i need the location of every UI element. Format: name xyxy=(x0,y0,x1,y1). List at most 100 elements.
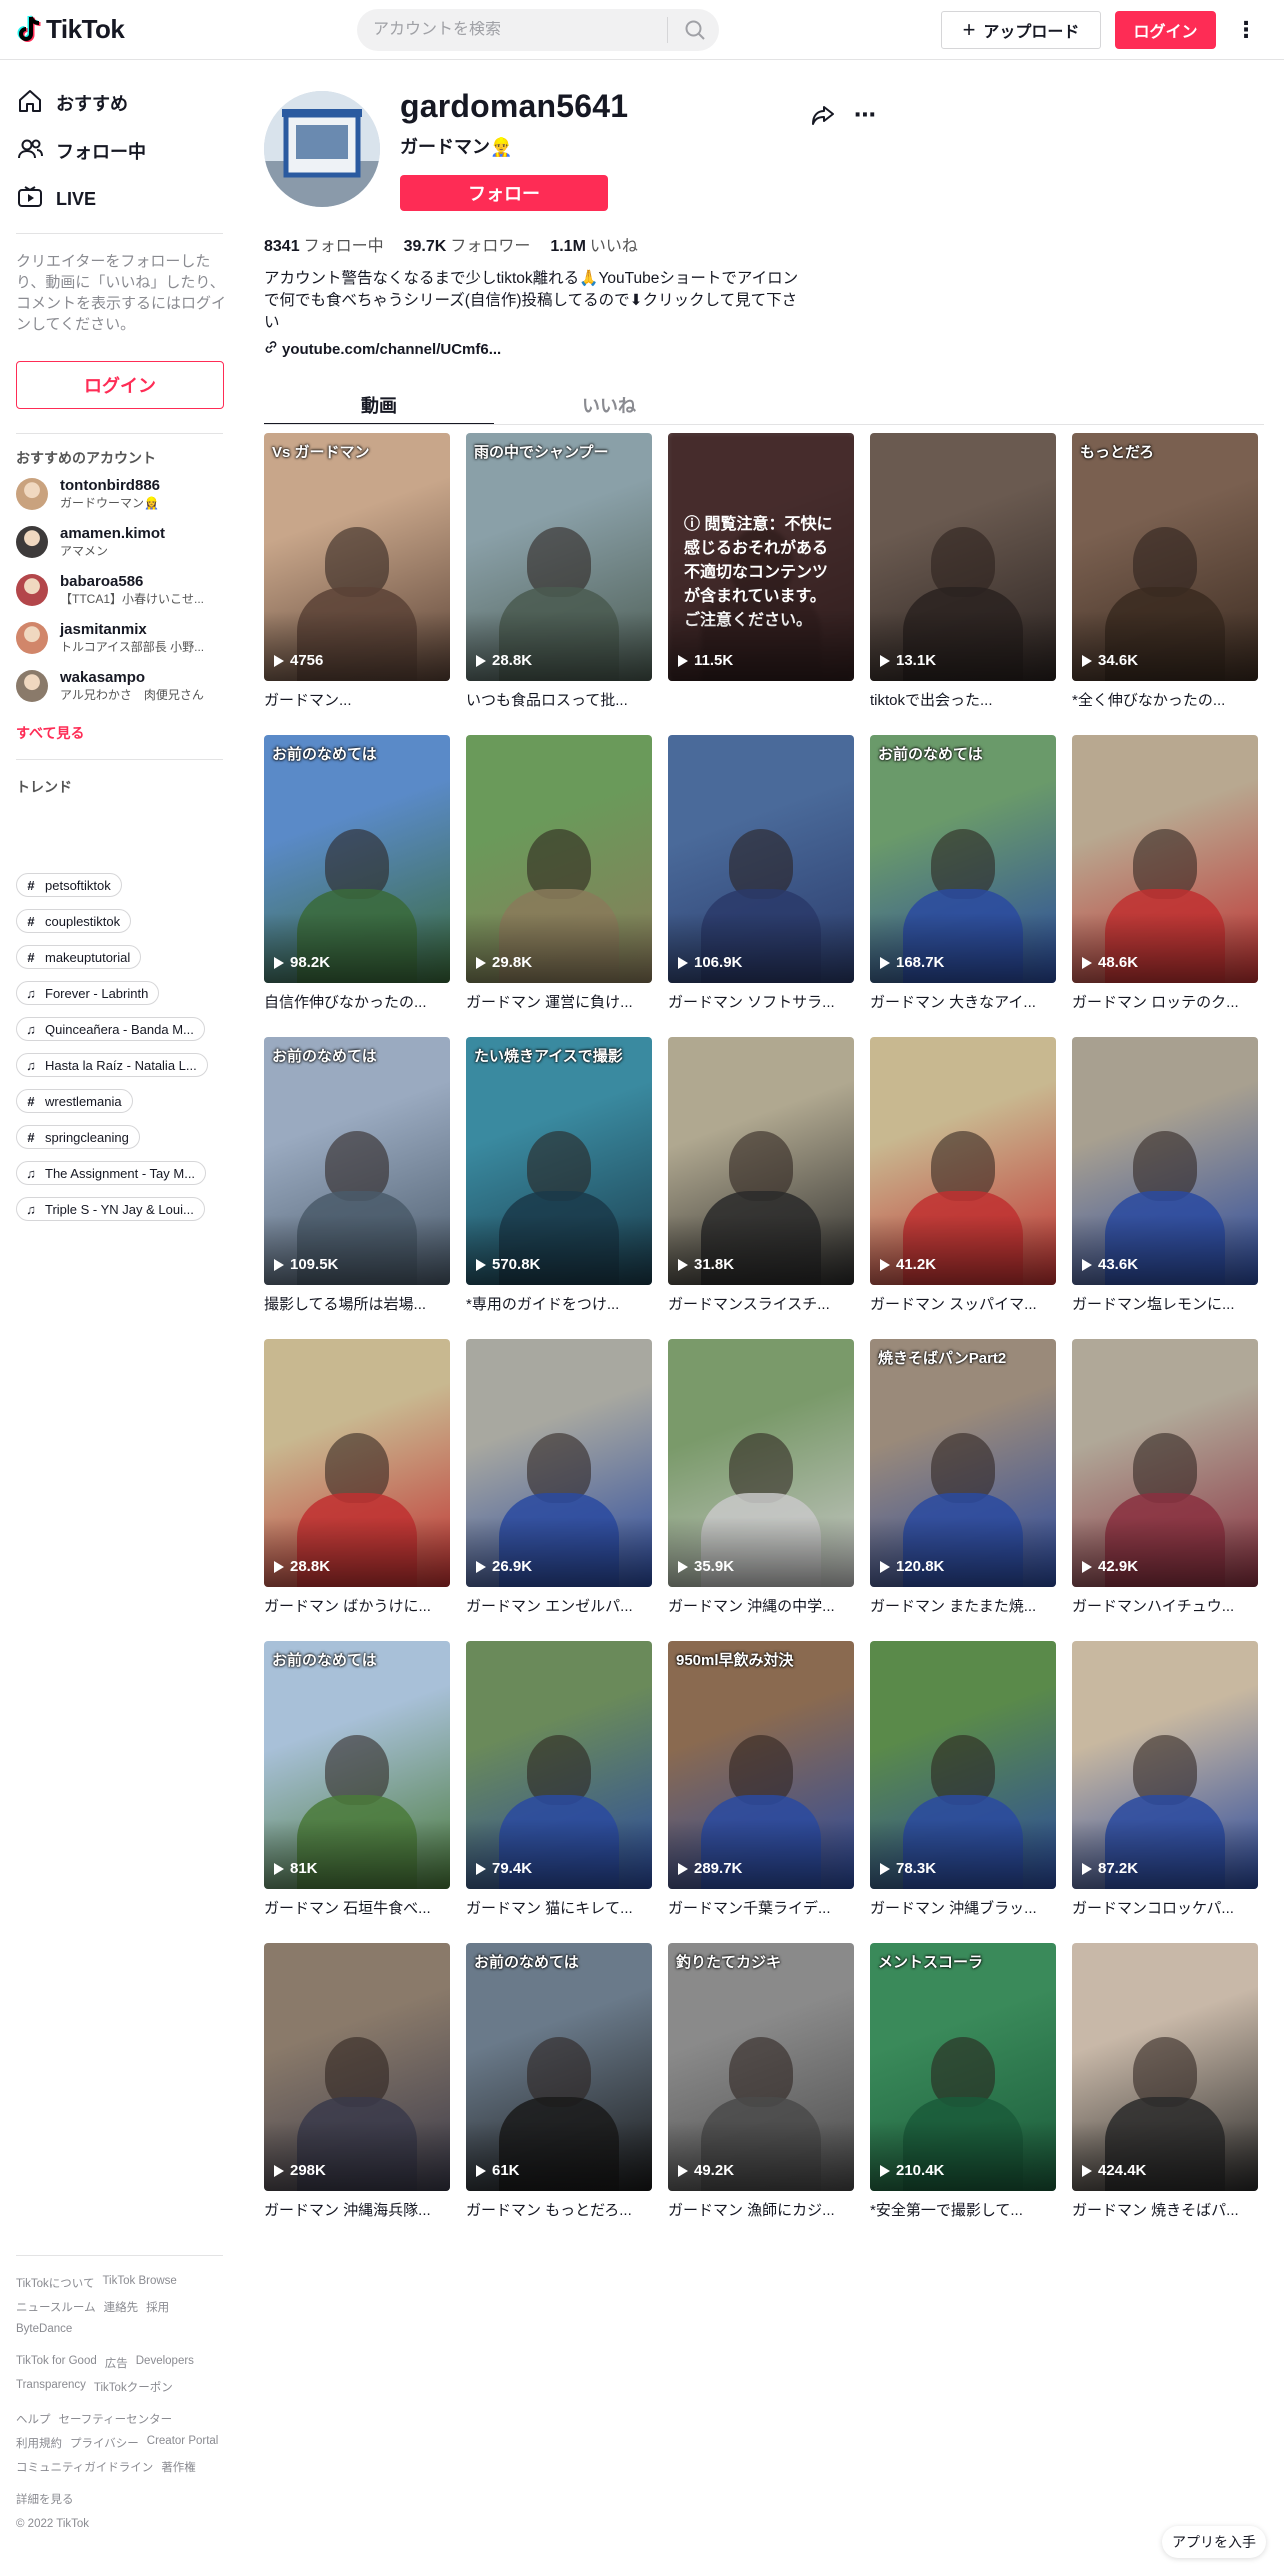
video-caption[interactable]: *専用のガイドをつけ... xyxy=(466,1293,652,1313)
video-card[interactable]: 雨の中でシャンプー 28.8K いつも食品ロスって批... xyxy=(466,433,652,709)
video-caption[interactable]: ガードマン ソフトサラ... xyxy=(668,991,854,1011)
video-caption[interactable]: ガードマン 焼きそばパ... xyxy=(1072,2199,1258,2219)
video-thumbnail[interactable]: 35.9K xyxy=(668,1339,854,1587)
upload-button[interactable]: + アップロード xyxy=(941,11,1101,49)
nav-for-you[interactable]: おすすめ xyxy=(16,83,128,123)
footer-link[interactable]: 広告 xyxy=(105,2355,128,2371)
video-caption[interactable]: *全く伸びなかったの... xyxy=(1072,689,1258,709)
video-caption[interactable]: ガードマンコロッケパ... xyxy=(1072,1897,1258,1917)
video-caption[interactable]: ガードマン 漁師にカジ... xyxy=(668,2199,854,2219)
video-caption[interactable]: ガードマン... xyxy=(264,689,450,709)
suggested-account[interactable]: amamen.kimot アマメン xyxy=(16,520,226,564)
video-thumbnail[interactable]: 41.2K xyxy=(870,1037,1056,1285)
video-thumbnail[interactable]: 焼きそばパンPart2 120.8K xyxy=(870,1339,1056,1587)
video-caption[interactable]: tiktokで出会った... xyxy=(870,689,1056,709)
footer-link[interactable]: ByteDance xyxy=(16,2323,72,2335)
video-card[interactable]: 48.6K ガードマン ロッテのク... xyxy=(1072,735,1258,1011)
more-menu-icon[interactable]: ⋮ xyxy=(1235,16,1257,44)
video-thumbnail[interactable]: 87.2K xyxy=(1072,1641,1258,1889)
video-caption[interactable] xyxy=(668,689,854,709)
video-card[interactable]: 950ml早飲み対決 289.7K ガードマン千葉ライデ... xyxy=(668,1641,854,1917)
trend-hashtag[interactable]: # wrestlemania xyxy=(16,1089,133,1113)
video-card[interactable]: 42.9K ガードマンハイチュウ... xyxy=(1072,1339,1258,1615)
footer-link[interactable]: ニュースルーム xyxy=(16,2299,96,2315)
footer-link[interactable]: Transparency xyxy=(16,2379,86,2395)
video-thumbnail[interactable]: 78.3K xyxy=(870,1641,1056,1889)
video-caption[interactable]: ガードマン 沖縄ブラッ... xyxy=(870,1897,1056,1917)
video-thumbnail[interactable]: お前のなめては 168.7K xyxy=(870,735,1056,983)
video-card[interactable]: 106.9K ガードマン ソフトサラ... xyxy=(668,735,854,1011)
footer-link[interactable]: 採用 xyxy=(146,2299,169,2315)
video-card[interactable]: メントスコーラ 210.4K *安全第一で撮影して... xyxy=(870,1943,1056,2219)
video-card[interactable]: お前のなめては 109.5K 撮影してる場所は岩場... xyxy=(264,1037,450,1313)
video-card[interactable]: 424.4K ガードマン 焼きそばパ... xyxy=(1072,1943,1258,2219)
video-caption[interactable]: ガードマン もっとだろ... xyxy=(466,2199,652,2219)
video-thumbnail[interactable]: たい焼きアイスで撮影 570.8K xyxy=(466,1037,652,1285)
footer-link[interactable]: 連絡先 xyxy=(104,2299,139,2315)
footer-link[interactable]: セーフティーセンター xyxy=(59,2411,173,2427)
footer-link[interactable]: ヘルプ xyxy=(16,2411,51,2427)
nav-live[interactable]: LIVE xyxy=(16,179,96,219)
video-thumbnail[interactable]: お前のなめては 98.2K xyxy=(264,735,450,983)
footer-link[interactable]: TikTok Browse xyxy=(102,2275,176,2291)
video-thumbnail[interactable]: 43.6K xyxy=(1072,1037,1258,1285)
video-card[interactable]: 35.9K ガードマン 沖縄の中学... xyxy=(668,1339,854,1615)
trend-hashtag[interactable]: # petsoftiktok xyxy=(16,873,122,897)
video-thumbnail[interactable]: 950ml早飲み対決 289.7K xyxy=(668,1641,854,1889)
get-app-button[interactable]: アプリを入手 xyxy=(1162,2526,1266,2558)
video-card[interactable]: 28.8K ガードマン ばかうけに... xyxy=(264,1339,450,1615)
trend-hashtag[interactable]: # couplestiktok xyxy=(16,909,132,933)
video-caption[interactable]: 撮影してる場所は岩場... xyxy=(264,1293,450,1313)
video-card[interactable]: 78.3K ガードマン 沖縄ブラッ... xyxy=(870,1641,1056,1917)
video-caption[interactable]: ガードマンハイチュウ... xyxy=(1072,1595,1258,1615)
video-caption[interactable]: ガードマン 運営に負け... xyxy=(466,991,652,1011)
video-thumbnail[interactable]: ⓘ 閲覧注意：不快に感じるおそれがある不適切なコンテンツが含まれています。ご注意… xyxy=(668,433,854,681)
footer-link[interactable]: Creator Portal xyxy=(147,2435,219,2451)
video-thumbnail[interactable]: お前のなめては 81K xyxy=(264,1641,450,1889)
video-thumbnail[interactable]: Vs ガードマン 4756 xyxy=(264,433,450,681)
tab-videos[interactable]: 動画 xyxy=(264,385,494,425)
suggested-account[interactable]: babaroa586 【TTCA1】小春けいこせ... xyxy=(16,568,226,612)
video-card[interactable]: ⓘ 閲覧注意：不快に感じるおそれがある不適切なコンテンツが含まれています。ご注意… xyxy=(668,433,854,709)
video-thumbnail[interactable]: 31.8K xyxy=(668,1037,854,1285)
video-card[interactable]: 26.9K ガードマン エンゼルパ... xyxy=(466,1339,652,1615)
tiktok-logo[interactable]: TikTok xyxy=(16,14,125,45)
nav-following[interactable]: フォロー中 xyxy=(16,131,146,171)
video-thumbnail[interactable]: 106.9K xyxy=(668,735,854,983)
suggested-account[interactable]: tontonbird886 ガードウーマン👷‍♀️ xyxy=(16,472,226,516)
more-options-icon[interactable]: ⋯ xyxy=(852,102,878,128)
footer-link[interactable]: TikTok for Good xyxy=(16,2355,97,2371)
search-icon[interactable] xyxy=(683,18,707,42)
video-card[interactable]: 87.2K ガードマンコロッケパ... xyxy=(1072,1641,1258,1917)
follow-button[interactable]: フォロー xyxy=(400,175,608,211)
trend-music[interactable]: ♫ Quinceañera - Banda M... xyxy=(16,1017,205,1041)
video-card[interactable]: 31.8K ガードマンスライスチ... xyxy=(668,1037,854,1313)
trend-music[interactable]: ♫ Triple S - YN Jay & Loui... xyxy=(16,1197,205,1221)
video-card[interactable]: 298K ガードマン 沖縄海兵隊... xyxy=(264,1943,450,2219)
sidebar-login-button[interactable]: ログイン xyxy=(16,361,224,409)
video-caption[interactable]: いつも食品ロスって批... xyxy=(466,689,652,709)
video-thumbnail[interactable]: 釣りたてカジキ 49.2K xyxy=(668,1943,854,2191)
tab-liked[interactable]: いいね xyxy=(494,385,724,425)
video-card[interactable]: お前のなめては 61K ガードマン もっとだろ... xyxy=(466,1943,652,2219)
video-caption[interactable]: ガードマン 沖縄海兵隊... xyxy=(264,2199,450,2219)
video-caption[interactable]: ガードマン エンゼルパ... xyxy=(466,1595,652,1615)
search-input[interactable] xyxy=(357,21,657,39)
trend-hashtag[interactable]: # makeuptutorial xyxy=(16,945,142,969)
footer-link[interactable]: 著作権 xyxy=(161,2459,196,2475)
video-thumbnail[interactable]: 29.8K xyxy=(466,735,652,983)
suggested-account[interactable]: wakasampo アル兄わかさ 肉便兄さん xyxy=(16,664,226,708)
video-card[interactable]: 43.6K ガードマン塩レモンに... xyxy=(1072,1037,1258,1313)
trend-music[interactable]: ♫ Hasta la Raíz - Natalia L... xyxy=(16,1053,208,1077)
trend-music[interactable]: ♫ The Assignment - Tay M... xyxy=(16,1161,207,1185)
video-thumbnail[interactable]: 79.4K xyxy=(466,1641,652,1889)
footer-link[interactable]: TikTokについて xyxy=(16,2275,94,2291)
video-caption[interactable]: ガードマン 石垣牛食べ... xyxy=(264,1897,450,1917)
video-thumbnail[interactable]: 48.6K xyxy=(1072,735,1258,983)
login-button[interactable]: ログイン xyxy=(1115,11,1216,49)
footer-link[interactable]: Developers xyxy=(136,2355,194,2371)
video-card[interactable]: 13.1K tiktokで出会った... xyxy=(870,433,1056,709)
video-caption[interactable]: ガードマン千葉ライデ... xyxy=(668,1897,854,1917)
video-thumbnail[interactable]: 28.8K xyxy=(264,1339,450,1587)
video-thumbnail[interactable]: 298K xyxy=(264,1943,450,2191)
